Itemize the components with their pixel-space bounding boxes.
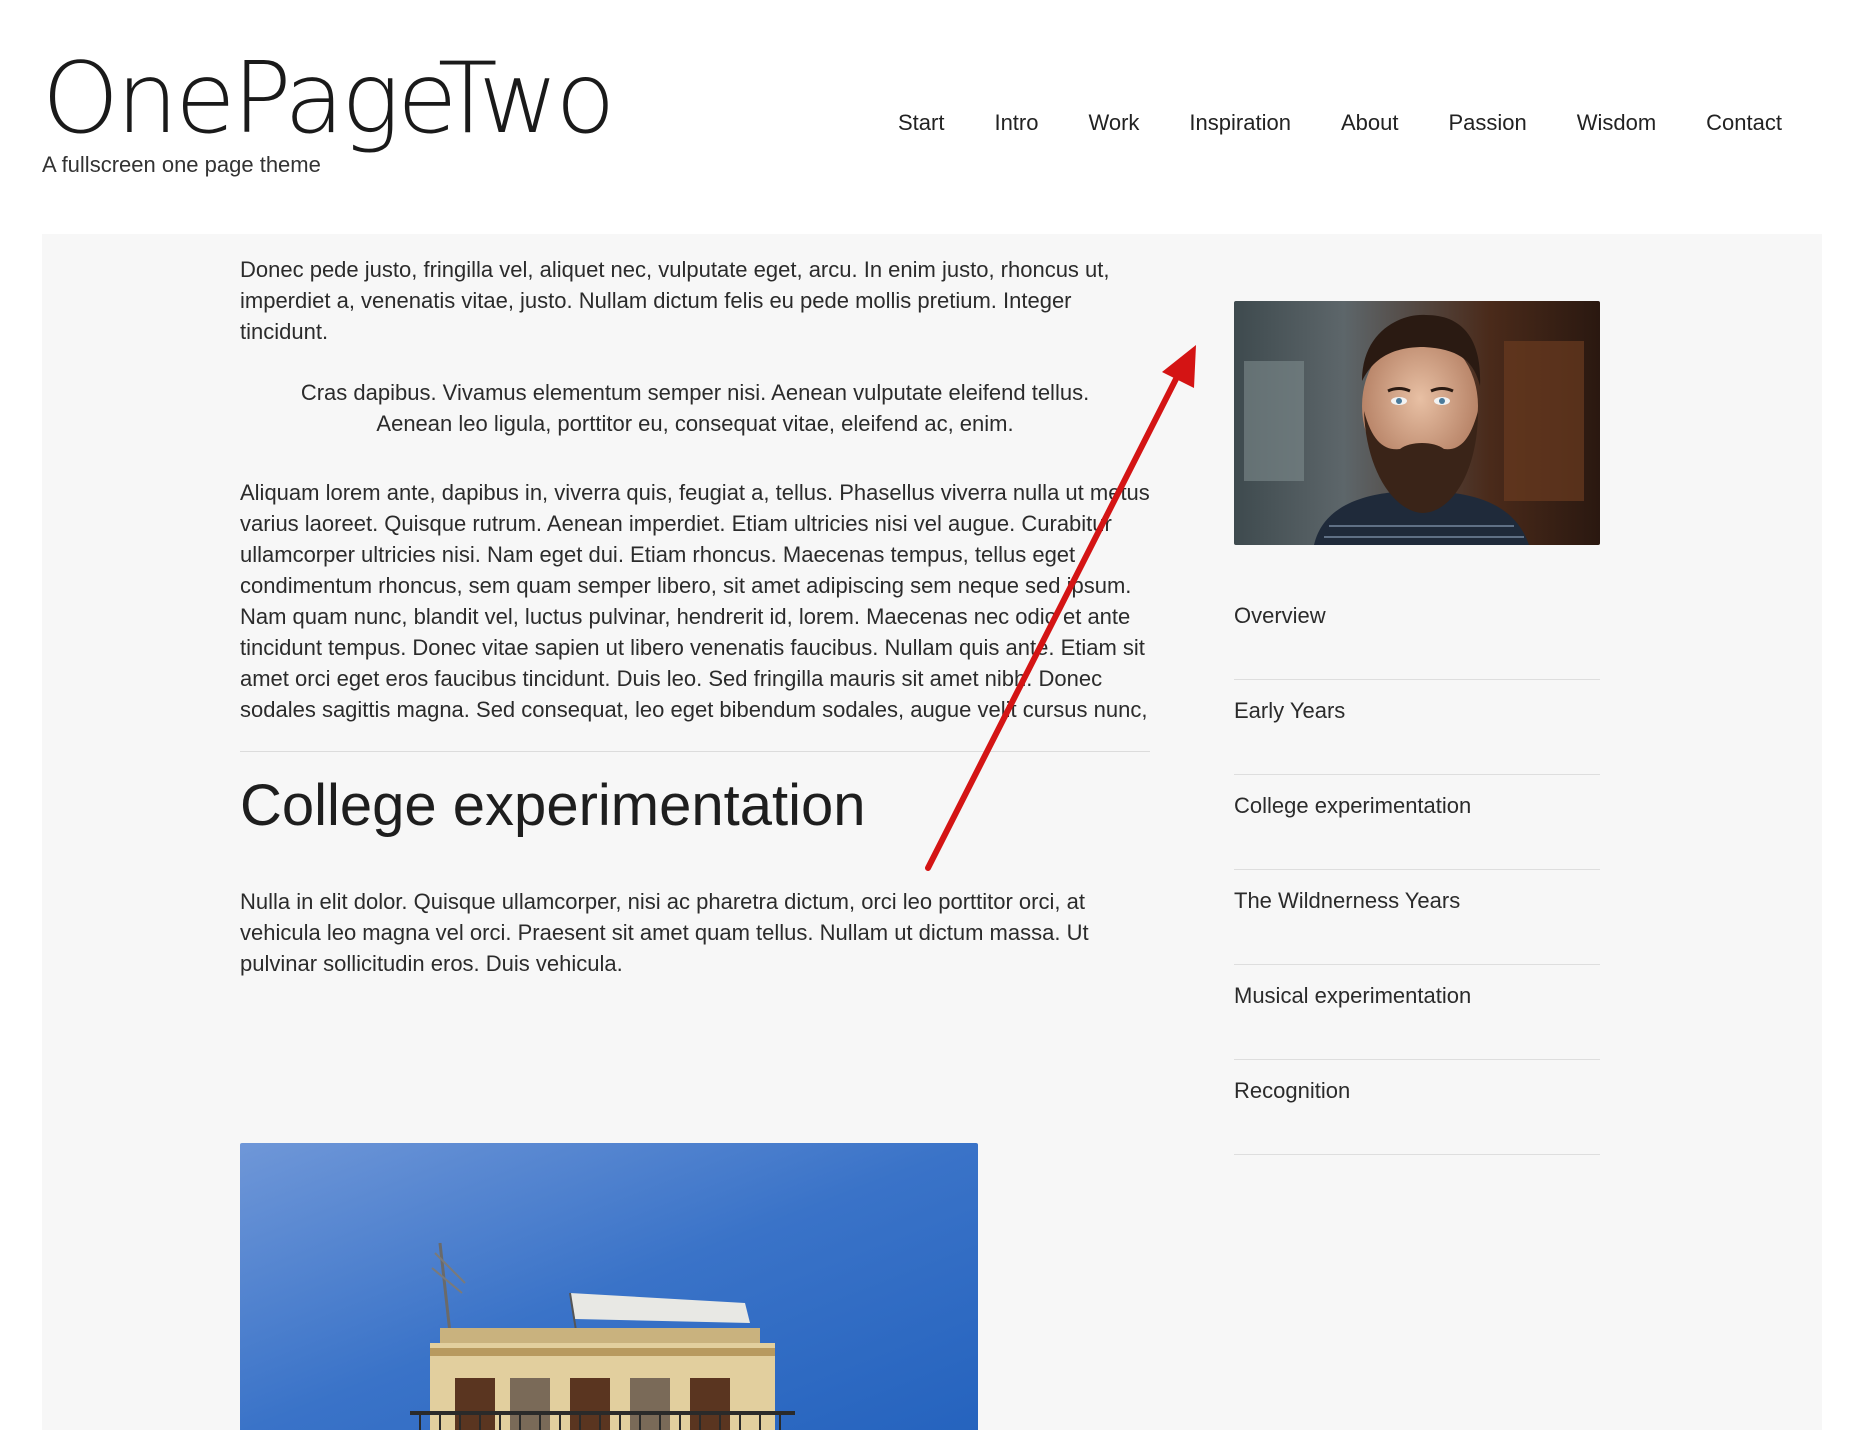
- site-tagline: A fullscreen one page theme: [42, 152, 321, 177]
- sidebar-item-overview[interactable]: Overview: [1234, 585, 1600, 680]
- sidebar-item-label[interactable]: Overview: [1234, 603, 1326, 629]
- nav-item-work[interactable]: Work: [1088, 110, 1139, 136]
- content-panel: Donec pede justo, fringilla vel, aliquet…: [42, 234, 1822, 1430]
- pullquote: Cras dapibus. Vivamus elementum semper n…: [300, 380, 1090, 436]
- nav-item-contact[interactable]: Contact: [1706, 110, 1782, 136]
- sidebar-item-label[interactable]: Early Years: [1234, 698, 1345, 724]
- sidebar-item-label[interactable]: The Wildnerness Years: [1234, 888, 1460, 914]
- sidebar-item-wildnerness-years[interactable]: The Wildnerness Years: [1234, 870, 1600, 965]
- site-logo[interactable]: OnePageTwo: [42, 50, 615, 148]
- body-paragraph: Aliquam lorem ante, dapibus in, viverra …: [240, 480, 1150, 722]
- sidebar-item-recognition[interactable]: Recognition: [1234, 1060, 1600, 1155]
- building-photo: [240, 1143, 978, 1430]
- sidebar-item-label[interactable]: Musical experimentation: [1234, 983, 1471, 1009]
- nav-item-passion[interactable]: Passion: [1448, 110, 1526, 136]
- sidebar-item-early-years[interactable]: Early Years: [1234, 680, 1600, 775]
- main-nav: Start Intro Work Inspiration About Passi…: [848, 110, 1782, 136]
- sidebar-item-label[interactable]: Recognition: [1234, 1078, 1350, 1104]
- portrait-image: [1234, 301, 1600, 545]
- section-paragraph: Nulla in elit dolor. Quisque ullamcorper…: [240, 888, 1089, 976]
- article: Donec pede justo, fringilla vel, aliquet…: [240, 254, 1150, 1005]
- nav-item-intro[interactable]: Intro: [994, 110, 1038, 136]
- sidebar-item-musical-experimentation[interactable]: Musical experimentation: [1234, 965, 1600, 1060]
- section-divider: [240, 751, 1150, 752]
- intro-paragraph: Donec pede justo, fringilla vel, aliquet…: [240, 257, 1110, 344]
- sidebar: Overview Early Years College experimenta…: [1234, 301, 1600, 1155]
- nav-item-start[interactable]: Start: [898, 110, 944, 136]
- section-heading: College experimentation: [240, 773, 866, 838]
- portrait-photo: [1234, 301, 1600, 545]
- sidebar-item-label[interactable]: College experimentation: [1234, 793, 1471, 819]
- building-photo-image: [240, 1143, 978, 1430]
- sidebar-item-college-experimentation[interactable]: College experimentation: [1234, 775, 1600, 870]
- site-header: OnePageTwo A fullscreen one page theme S…: [0, 0, 1862, 234]
- nav-item-inspiration[interactable]: Inspiration: [1189, 110, 1291, 136]
- nav-item-about[interactable]: About: [1341, 110, 1399, 136]
- nav-item-wisdom[interactable]: Wisdom: [1577, 110, 1656, 136]
- sidebar-nav: Overview Early Years College experimenta…: [1234, 585, 1600, 1155]
